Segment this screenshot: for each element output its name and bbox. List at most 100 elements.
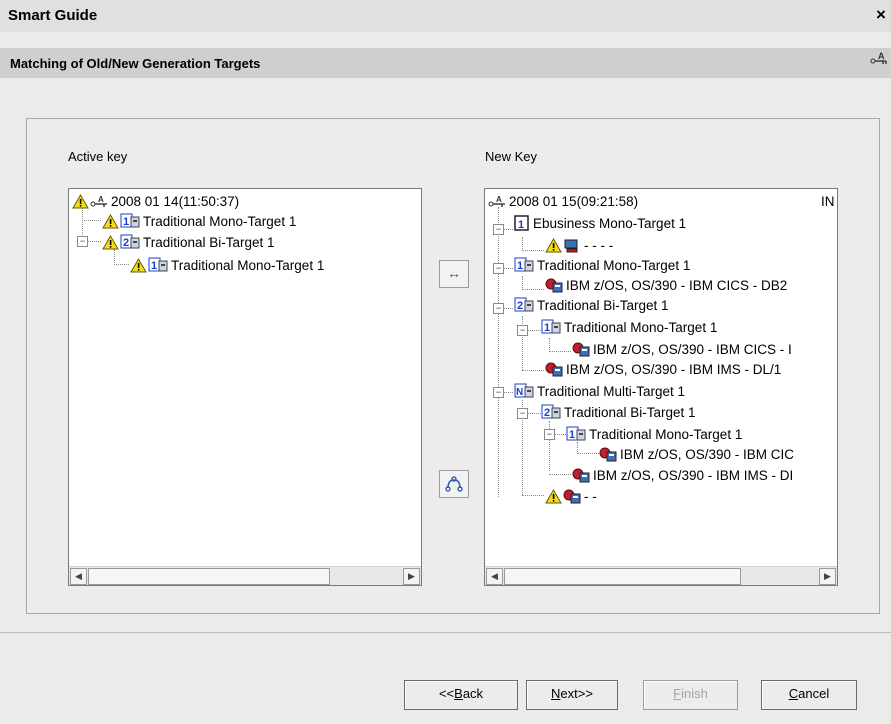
collapse-toggle[interactable]: − [493,224,504,235]
new-key-tree[interactable]: − − − − − − − A 2008 01 15(09:21:58) IN [484,188,838,586]
environment-icon [545,362,563,377]
svg-text:1: 1 [517,260,523,272]
node-label: Traditional Bi-Target 1 [143,234,275,250]
mono-target-icon: 1 [566,426,586,441]
svg-text:1: 1 [151,260,157,272]
horizontal-scrollbar[interactable]: ◀ ▶ [69,566,421,585]
node-label: IBM z/OS, OS/390 - IBM IMS - DI [593,467,794,483]
warning-icon [545,488,562,503]
tree-node-bi-target[interactable]: 2 Traditional Bi-Target 1 [541,402,696,422]
warning-icon [130,257,147,272]
tree-node-mono-target[interactable]: 1 Traditional Mono-Target 1 [102,211,296,231]
key-icon: A [488,195,505,207]
warning-icon [102,213,119,228]
node-label: IN [821,193,835,209]
scroll-right-button[interactable]: ▶ [819,568,836,585]
tree-column-cut: IN [821,191,835,211]
tree-node-root[interactable]: A 2008 01 14(11:50:37) [72,191,239,211]
tree-node-mono-target[interactable]: 1 Traditional Mono-Target 1 [566,424,742,444]
warning-icon [102,234,119,249]
scroll-thumb[interactable] [504,568,741,585]
window-title: Smart Guide [8,7,98,24]
node-label: - - - - [584,237,614,253]
warning-icon [545,237,562,252]
collapse-toggle[interactable]: − [77,236,88,247]
svg-text:2: 2 [517,300,523,312]
key-icon: A [870,51,887,64]
svg-text:1: 1 [569,429,575,441]
bi-target-icon: 2 [514,297,534,312]
svg-text:2: 2 [544,407,550,419]
svg-text:A: A [496,195,502,204]
unmatch-button[interactable] [439,470,469,498]
node-label: IBM z/OS, OS/390 - IBM CICS - DB2 [566,277,788,293]
tree-node-bi-target[interactable]: 2 Traditional Bi-Target 1 [514,295,669,315]
tree-node-mono-target[interactable]: 1 Traditional Mono-Target 1 [541,317,717,337]
tree-node-environment[interactable]: IBM z/OS, OS/390 - IBM CICS - DB2 [545,275,787,295]
horizontal-scrollbar[interactable]: ◀ ▶ [485,566,837,585]
node-label: Traditional Mono-Target 1 [589,426,743,442]
scroll-left-button[interactable]: ◀ [70,568,87,585]
node-label: Traditional Multi-Target 1 [537,383,686,399]
environment-icon [572,342,590,357]
scroll-right-button[interactable]: ▶ [403,568,420,585]
multi-target-icon: N [514,383,534,398]
key-icon: A [90,195,107,207]
close-button[interactable]: × [873,6,889,24]
bi-target-icon: 2 [120,234,140,249]
node-label: Traditional Bi-Target 1 [564,404,696,420]
node-label: Traditional Mono-Target 1 [143,213,297,229]
tree-node-root[interactable]: A 2008 01 15(09:21:58) [488,191,638,211]
svg-text:1: 1 [544,322,550,334]
environment-icon [545,278,563,293]
svg-text:N: N [516,387,523,398]
svg-text:2: 2 [123,237,129,249]
tree-node-environment[interactable]: IBM z/OS, OS/390 - IBM CIC [599,444,794,464]
tree-node-unmatched[interactable]: - - [545,486,597,506]
step-header: Matching of Old/New Generation Targets A [0,48,891,78]
scroll-thumb[interactable] [88,568,330,585]
mono-target-icon: 1 [514,257,534,272]
tree-node-unmatched[interactable]: - - - - [545,235,613,255]
back-button[interactable]: <<Back [404,680,518,710]
step-title: Matching of Old/New Generation Targets [10,56,261,71]
warning-icon [72,193,89,208]
unlink-icon [445,476,463,492]
environment-icon [563,489,581,504]
tree-node-environment[interactable]: IBM z/OS, OS/390 - IBM IMS - DL/1 [545,359,781,379]
finish-button[interactable]: Finish [643,680,738,710]
node-label: IBM z/OS, OS/390 - IBM CICS - I [593,341,792,357]
environment-icon [599,447,617,462]
node-label: Traditional Mono-Target 1 [171,257,325,273]
node-label: Traditional Mono-Target 1 [564,319,718,335]
mono-target-icon: 1 [120,213,140,228]
scroll-left-button[interactable]: ◀ [486,568,503,585]
svg-text:A: A [98,195,104,204]
node-label: Ebusiness Mono-Target 1 [533,215,687,231]
ebusiness-target-icon: 1 [514,215,529,231]
tree-node-mono-target[interactable]: 1 Traditional Mono-Target 1 [514,255,690,275]
cancel-button[interactable]: Cancel [761,680,857,710]
tree-node-environment[interactable]: IBM z/OS, OS/390 - IBM CICS - I [572,339,792,359]
svg-text:1: 1 [518,219,524,231]
tree-node-bi-target[interactable]: 2 Traditional Bi-Target 1 [102,232,275,252]
node-label: IBM z/OS, OS/390 - IBM IMS - DL/1 [566,361,782,377]
node-label: 2008 01 15(09:21:58) [509,193,639,209]
next-button[interactable]: Next>> [526,680,618,710]
node-label: Traditional Mono-Target 1 [537,257,691,273]
tree-node-environment[interactable]: IBM z/OS, OS/390 - IBM IMS - DI [572,465,793,485]
active-key-label: Active key [68,149,128,164]
match-button[interactable]: ↔ [439,260,469,288]
node-label: - - [584,488,597,504]
new-key-label: New Key [485,149,538,164]
computer-icon [564,239,578,252]
tree-node-multi-target[interactable]: N Traditional Multi-Target 1 [514,381,685,401]
footer-separator [0,632,891,633]
node-label: Traditional Bi-Target 1 [537,297,669,313]
active-key-tree[interactable]: − A 2008 01 14(11:50:37) 1 Traditional M… [68,188,422,586]
tree-node-mono-target[interactable]: 1 Traditional Mono-Target 1 [130,255,324,275]
node-label: IBM z/OS, OS/390 - IBM CIC [620,446,795,462]
tree-node-ebusiness[interactable]: 1 Ebusiness Mono-Target 1 [514,213,686,233]
svg-text:1: 1 [123,216,129,228]
title-bar: Smart Guide × [0,0,891,32]
